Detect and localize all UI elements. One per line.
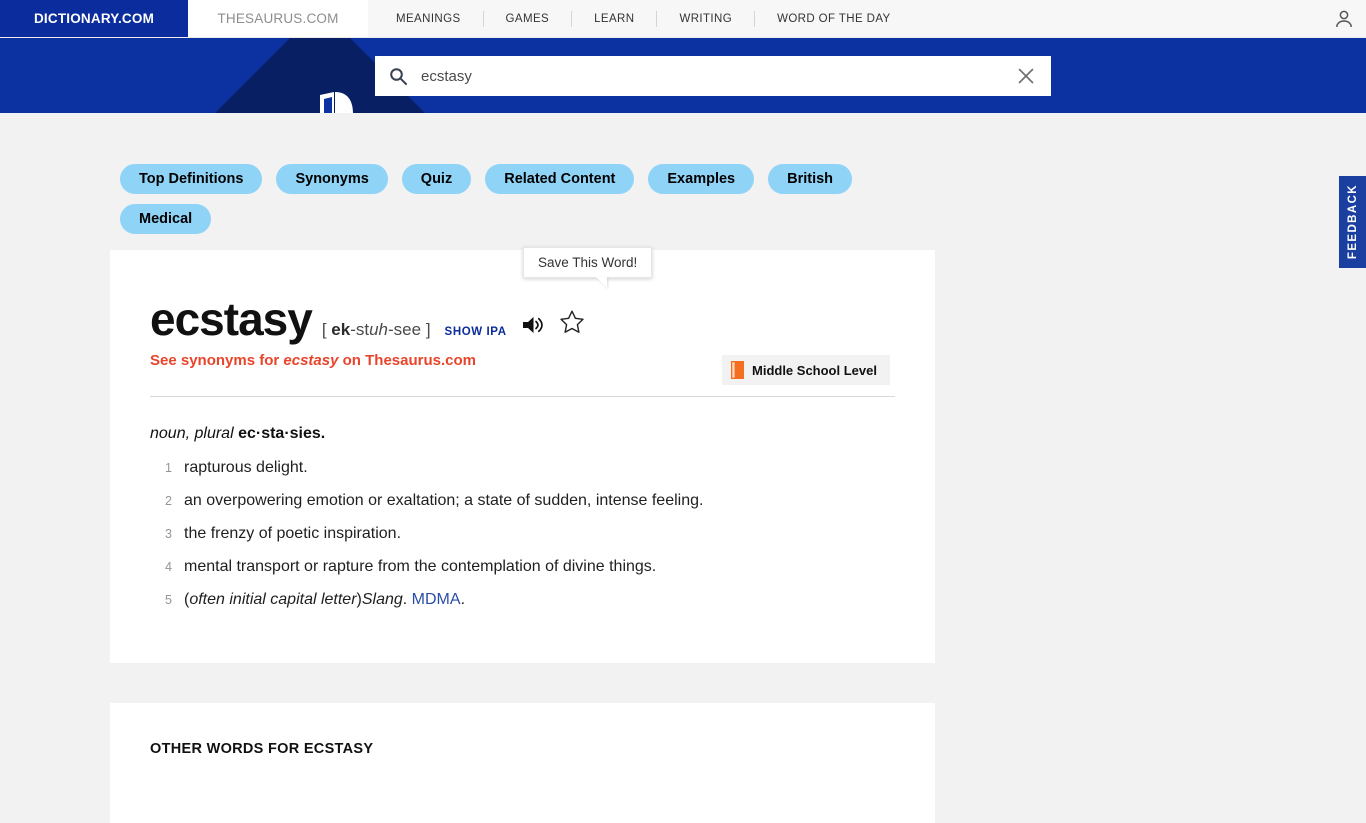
nav-item-learn[interactable]: LEARN (572, 0, 656, 38)
feedback-button[interactable]: FEEDBACK (1339, 176, 1366, 268)
definition-number: 4 (165, 560, 172, 574)
page-title: ecstasy (150, 293, 313, 345)
see-synonyms-word: ecstasy (283, 352, 339, 369)
pill-examples[interactable]: Examples (648, 164, 755, 194)
definition-text: rapturous delight. (184, 459, 308, 476)
list-item: 4 mental transport or rapture from the c… (150, 557, 910, 577)
see-synonyms-link[interactable]: See synonyms for ecstasy on Thesaurus.co… (150, 352, 476, 369)
save-word-tooltip: Save This Word! (523, 247, 653, 278)
close-icon[interactable] (1017, 67, 1035, 85)
nav-item-meanings[interactable]: MEANINGS (374, 0, 483, 38)
pill-related-content[interactable]: Related Content (485, 164, 635, 194)
nav-item-word-of-the-day[interactable]: WORD OF THE DAY (755, 0, 913, 38)
pill-synonyms[interactable]: Synonyms (276, 164, 388, 194)
nav-item-games[interactable]: GAMES (484, 0, 572, 38)
tab-thesaurus[interactable]: THESAURUS.COM (188, 0, 368, 37)
top-navigation-bar: DICTIONARY.COM THESAURUS.COM MEANINGS GA… (0, 0, 1366, 38)
pron-syllable-2: -st (350, 320, 370, 339)
search-icon (389, 67, 407, 85)
definition-text: the frenzy of poetic inspiration. (184, 525, 402, 542)
pron-syllable-3: uh (369, 320, 389, 339)
see-synonyms-suffix: on Thesaurus.com (338, 352, 476, 369)
list-item: 2 an overpowering emotion or exaltation;… (150, 491, 910, 511)
list-item: 3 the frenzy of poetic inspiration. (150, 524, 910, 544)
pron-open-bracket: [ (321, 320, 332, 339)
pill-quiz[interactable]: Quiz (401, 164, 472, 194)
pill-medical[interactable]: Medical (120, 204, 212, 234)
search-box[interactable] (375, 56, 1051, 96)
pron-syllable-4: -see (388, 320, 422, 339)
speaker-icon[interactable] (521, 315, 545, 335)
definition-text: an overpowering emotion or exaltation; a… (184, 492, 704, 509)
person-icon[interactable] (1332, 7, 1356, 31)
tab-dictionary-label: DICTIONARY.COM (33, 11, 155, 26)
definition-register-label: Slang (361, 591, 403, 608)
divider (150, 396, 895, 397)
search-header (0, 38, 1366, 113)
other-words-heading: OTHER WORDS FOR ECSTASY (150, 741, 374, 757)
tab-thesaurus-label: THESAURUS.COM (217, 11, 339, 26)
book-icon (731, 361, 744, 379)
definition-number: 5 (165, 593, 172, 607)
nav-item-writing[interactable]: WRITING (657, 0, 754, 38)
pronunciation: [ ek-stuh-see ] (322, 320, 431, 340)
search-input[interactable] (419, 66, 1017, 86)
definition-number: 1 (165, 461, 172, 475)
save-word-tooltip-label: Save This Word! (538, 255, 638, 270)
nav-links: MEANINGS GAMES LEARN WRITING WORD OF THE… (374, 0, 913, 37)
pill-top-definitions[interactable]: Top Definitions (120, 164, 263, 194)
definition-separator: . (402, 591, 412, 608)
plural-form: ec·sta·sies. (238, 425, 326, 442)
pron-close-bracket: ] (421, 320, 431, 339)
definition-number: 3 (165, 527, 172, 541)
definition-list: 1 rapturous delight. 2 an overpowering e… (150, 458, 910, 623)
list-item: 5 (often initial capital letter)Slang. M… (150, 590, 910, 610)
section-pill-row: Top Definitions Synonyms Quiz Related Co… (120, 164, 940, 234)
status-badge-label: Middle School Level (752, 362, 877, 378)
part-of-speech-label: noun, plural (150, 425, 239, 442)
feedback-label: FEEDBACK (1346, 184, 1359, 260)
definition-number: 2 (165, 494, 172, 508)
tab-dictionary[interactable]: DICTIONARY.COM (0, 0, 188, 37)
entry-header: ecstasy [ ek-stuh-see ] SHOW IPA (150, 296, 585, 342)
definition-text: mental transport or rapture from the con… (184, 558, 657, 575)
definition-card: ecstasy [ ek-stuh-see ] SHOW IPA Save Th… (110, 247, 935, 663)
definition-usage-note: often initial capital letter (189, 591, 357, 608)
definition-text: (often initial capital letter)Slang. MDM… (184, 590, 465, 610)
definition-period: . (460, 591, 466, 608)
other-words-card: OTHER WORDS FOR ECSTASY (110, 703, 935, 823)
list-item: 1 rapturous delight. (150, 458, 910, 478)
dictionary-d-logo-icon[interactable] (318, 91, 354, 113)
show-ipa-button[interactable]: SHOW IPA (445, 326, 507, 338)
pron-syllable-1: ek (331, 320, 351, 339)
part-of-speech: noun, plural ec·sta·sies. (150, 425, 325, 443)
star-outline-icon[interactable] (559, 309, 585, 335)
see-synonyms-prefix: See synonyms for (150, 352, 284, 369)
definition-link-mdma[interactable]: MDMA (412, 591, 461, 608)
status-badge: Middle School Level (722, 355, 890, 385)
pill-british[interactable]: British (768, 164, 853, 194)
